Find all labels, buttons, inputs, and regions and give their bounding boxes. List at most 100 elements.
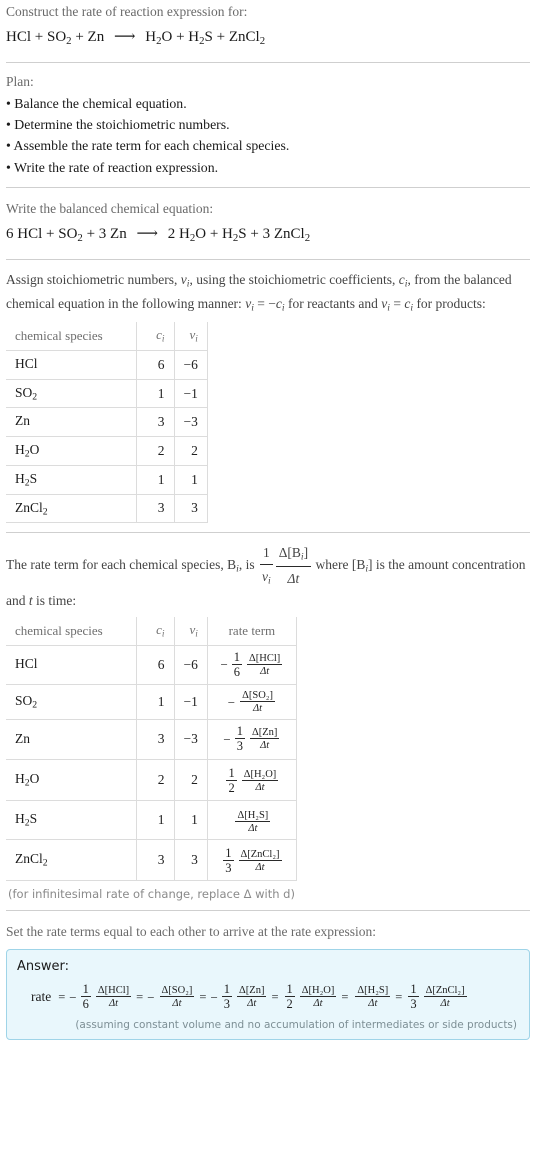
rate-expression: rate = − 16 Δ[HCl] Δt = − Δ[SO₂] Δt = − 13… <box>17 983 519 1011</box>
section-divider <box>6 187 530 189</box>
plan-heading: Plan: <box>6 74 34 90</box>
cell-vi: −6 <box>173 645 208 686</box>
column-header-vi: νi <box>173 322 208 351</box>
rate-term-table: chemical species ci νi rate term HCl 6 −… <box>6 617 297 882</box>
cell-species: SO2 <box>6 684 137 721</box>
cell-species: H2S <box>6 464 137 495</box>
stoichiometry-explanation: Assign stoichiometric numbers, νi, using… <box>6 272 512 314</box>
column-header-ci: ci <box>135 617 175 647</box>
section-divider <box>6 259 530 261</box>
sign: − <box>223 731 231 747</box>
inline-fraction-delta-b-over-delta-t: Δ[Bi] Δt <box>275 542 312 589</box>
reactant-zn: Zn <box>87 29 105 46</box>
cell-vi: 2 <box>173 436 208 466</box>
equals-sign: = <box>395 989 403 1004</box>
plus-sign: + <box>216 29 226 46</box>
cell-species: H2O <box>6 436 137 466</box>
cell-ci: 2 <box>135 758 175 801</box>
species-h2s: H2S <box>222 226 247 245</box>
plus-sign: + <box>209 226 219 243</box>
delta-fraction: Δ[HCl] Δt <box>95 985 132 1010</box>
table-row: ZnCl2 3 3 13 Δ[ZnCl₂] Δt <box>6 838 297 882</box>
cell-vi: −1 <box>173 684 208 721</box>
section-divider <box>6 532 530 534</box>
cell-ci: 1 <box>135 464 175 495</box>
cell-vi: 3 <box>173 838 208 882</box>
delta-fraction: Δ[ZnCl₂] Δt <box>238 849 282 874</box>
cell-rate-term: − 13 Δ[Zn] Δt <box>206 719 297 760</box>
sign: − <box>227 694 236 710</box>
sign: − <box>220 657 228 673</box>
cell-vi: 2 <box>173 758 208 801</box>
cell-species: HCl <box>6 349 137 380</box>
product-h2s: H2S <box>188 29 213 48</box>
rate-word: rate <box>31 989 52 1005</box>
reaction-arrow-icon: ⟶ <box>136 226 158 243</box>
cell-rate-term: 13 Δ[ZnCl₂] Δt <box>206 838 297 882</box>
plus-sign: + <box>86 226 96 243</box>
cell-species: ZnCl2 <box>6 493 137 524</box>
cell-species: HCl <box>6 645 137 686</box>
species-zncl2: ZnCl2 <box>273 226 311 245</box>
coefficient-fraction: 13 <box>223 845 234 876</box>
table-row: Zn 3 −3 − 13 Δ[Zn] Δt <box>6 719 297 760</box>
reactant-hcl: HCl <box>6 29 32 46</box>
cell-rate-term: − Δ[SO₂] Δt <box>206 684 297 721</box>
species-hcl: HCl <box>17 226 43 243</box>
cell-vi: −3 <box>173 719 208 760</box>
coefficient-fraction: 16 <box>231 650 243 680</box>
cell-ci: 3 <box>135 407 175 438</box>
plan-item: • Balance the chemical equation. <box>6 95 187 111</box>
delta-fraction: Δ[Zn] Δt <box>249 727 280 752</box>
delta-fraction: Δ[H₂S] Δt <box>235 809 271 834</box>
table-row: ZnCl2 3 3 <box>6 493 208 524</box>
table-header-row: chemical species ci νi rate term <box>6 617 297 647</box>
product-h2o: H2O <box>145 29 173 48</box>
cell-species: Zn <box>6 719 137 760</box>
cell-species: Zn <box>6 407 137 438</box>
plan-item: • Determine the stoichiometric numbers. <box>6 116 230 132</box>
rate-expression-term: − 16 Δ[HCl] Δt <box>69 983 132 1011</box>
cell-ci: 1 <box>135 684 175 721</box>
species-zn: Zn <box>110 226 127 243</box>
cell-ci: 1 <box>135 378 175 409</box>
cell-rate-term: 12 Δ[H₂O] Δt <box>206 758 297 801</box>
cell-ci: 1 <box>135 799 175 840</box>
answer-label: Answer: <box>17 959 70 975</box>
table-row: HCl 6 −6 <box>6 349 208 380</box>
equals-sign: = <box>271 989 279 1004</box>
cell-vi: 1 <box>173 799 208 840</box>
species-h2o: H2O <box>178 226 207 245</box>
sign: − <box>69 989 77 1005</box>
delta-fraction: Δ[H₂O] Δt <box>299 985 337 1010</box>
coef-h2o: 2 <box>167 226 176 243</box>
rate-expression-term: Δ[H₂S] Δt <box>352 985 391 1009</box>
b-symbol: B <box>227 557 237 573</box>
product-zncl2: ZnCl2 <box>228 29 266 48</box>
cell-vi: 1 <box>173 464 208 495</box>
cell-ci: 6 <box>135 645 175 686</box>
delta-fraction: Δ[Zn] Δt <box>237 985 267 1010</box>
stoichiometric-numbers-table: chemical species ci νi HCl 6 −6 SO2 1 −1… <box>6 322 208 524</box>
plus-sign: + <box>75 29 84 46</box>
rate-expression-term: − Δ[SO₂] Δt <box>147 985 195 1009</box>
table-row: H2O 2 2 12 Δ[H₂O] Δt <box>6 758 297 801</box>
cell-ci: 3 <box>135 493 175 524</box>
column-header-species: chemical species <box>6 322 137 351</box>
delta-fraction: Δ[H₂O] Δt <box>241 768 279 793</box>
answer-box: Answer: rate = − 16 Δ[HCl] Δt = − Δ[SO₂] Δ… <box>6 949 530 1040</box>
assumption-note: (assuming constant volume and no accumul… <box>75 1018 517 1031</box>
column-header-ci: ci <box>135 322 175 351</box>
rate-term-explanation: The rate term for each chemical species,… <box>6 542 530 611</box>
equals-sign: = <box>136 989 144 1004</box>
sign: − <box>147 989 155 1005</box>
balanced-equation: 6 HCl + SO2 + 3 Zn ⟶ 2 H2O + H2S + 3 ZnC… <box>6 218 530 250</box>
rate-expression-term: 13 Δ[ZnCl₂] Δt <box>406 983 467 1011</box>
cell-rate-term: Δ[H₂S] Δt <box>206 799 297 840</box>
delta-fraction: Δ[HCl] Δt <box>247 653 283 678</box>
cell-ci: 3 <box>135 838 175 882</box>
coefficient-fraction: 13 <box>221 982 233 1012</box>
coefficient-fraction: 12 <box>284 982 295 1012</box>
balanced-equation-heading: Write the balanced chemical equation: <box>6 201 214 217</box>
coefficient-fraction: 12 <box>226 765 237 795</box>
